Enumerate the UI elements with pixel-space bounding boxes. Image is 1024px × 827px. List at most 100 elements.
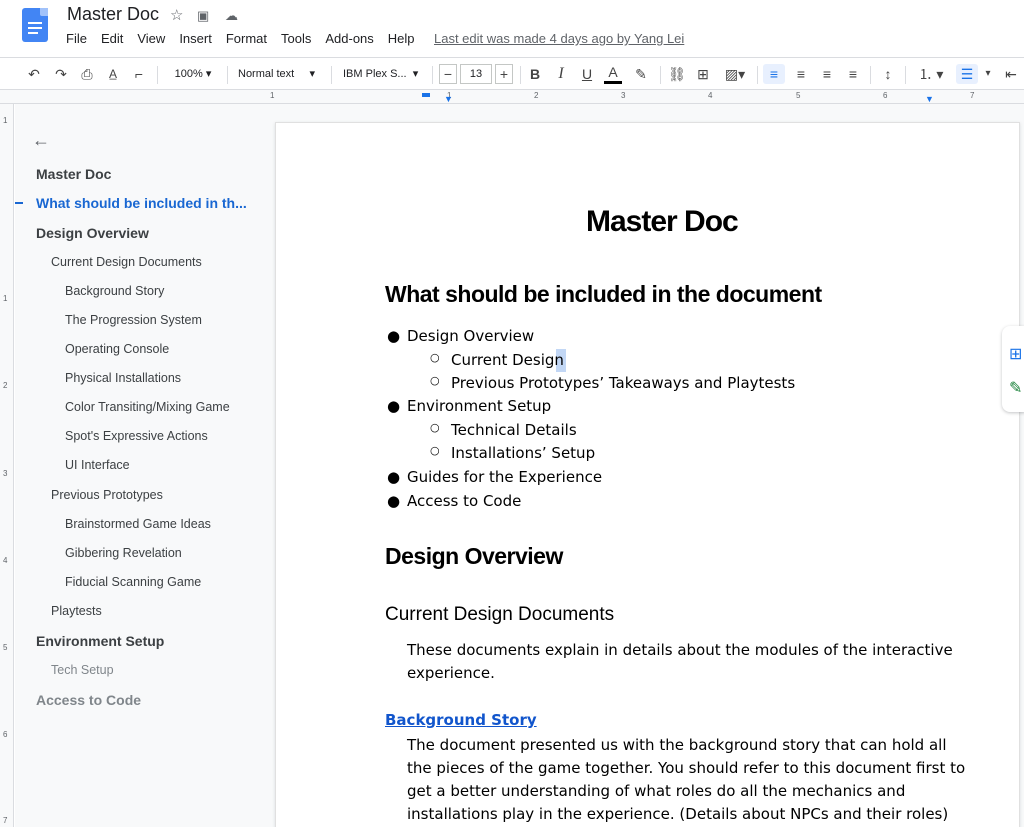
outline-item[interactable]: Operating Console: [65, 342, 169, 356]
outline-item[interactable]: Access to Code: [36, 692, 141, 708]
menu-bar: File Edit View Insert Format Tools Add-o…: [66, 31, 429, 46]
outline-item[interactable]: Brainstormed Game Ideas: [65, 517, 211, 531]
outline-item[interactable]: The Progression System: [65, 313, 202, 327]
ruler-number: 3: [3, 469, 8, 478]
suggest-edits-icon[interactable]: ✎: [1009, 378, 1022, 398]
justify-icon[interactable]: ≡: [842, 64, 864, 84]
paragraph-line: the pieces of the game together. You sho…: [407, 759, 966, 777]
outline-item-active[interactable]: What should be included in th...: [36, 195, 247, 211]
document-outline: ← Master Doc What should be included in …: [15, 104, 273, 827]
move-folder-icon[interactable]: ▣: [197, 8, 209, 24]
outline-item[interactable]: Tech Setup: [51, 663, 114, 677]
align-right-icon[interactable]: ≡: [816, 64, 838, 84]
add-comment-icon[interactable]: ⊞: [1009, 344, 1022, 364]
menu-format[interactable]: Format: [226, 31, 267, 46]
list-item-text: Access to Code: [407, 492, 522, 510]
undo-icon[interactable]: ↶: [25, 64, 43, 84]
bold-button[interactable]: B: [526, 64, 544, 84]
left-indent-marker[interactable]: ▼: [444, 94, 453, 104]
print-icon[interactable]: ⎙: [78, 64, 96, 84]
document-page[interactable]: Master Doc What should be included in th…: [275, 122, 1020, 827]
underline-button[interactable]: U: [578, 64, 596, 84]
text-color-button[interactable]: A: [604, 64, 622, 84]
menu-insert[interactable]: Insert: [179, 31, 212, 46]
menu-edit[interactable]: Edit: [101, 31, 123, 46]
ruler-number: 7: [3, 816, 8, 825]
horizontal-ruler[interactable]: 1 1 2 3 4 5 6 7 ▼ ▼: [0, 90, 1024, 104]
outline-item[interactable]: Background Story: [65, 284, 164, 298]
spellcheck-icon[interactable]: A̲: [104, 64, 122, 84]
menu-view[interactable]: View: [137, 31, 165, 46]
outline-item[interactable]: Spot's Expressive Actions: [65, 429, 208, 443]
outline-item[interactable]: UI Interface: [65, 458, 130, 472]
heading-design-overview: Design Overview: [385, 543, 563, 569]
decrease-font-size-button[interactable]: −: [439, 64, 457, 84]
outline-item[interactable]: Current Design Documents: [51, 255, 202, 269]
numbered-list-icon[interactable]: ⒈ ▾: [913, 64, 949, 84]
cloud-status-icon[interactable]: ☁: [225, 8, 238, 24]
ruler-number: 5: [796, 91, 801, 100]
paragraph-line: get a better understanding of what roles…: [407, 782, 906, 800]
outline-item[interactable]: Gibbering Revelation: [65, 546, 182, 560]
highlight-color-icon[interactable]: ✎: [632, 64, 650, 84]
insert-image-icon[interactable]: ▨▾: [720, 64, 750, 84]
first-line-indent-marker[interactable]: [422, 93, 430, 97]
outline-item[interactable]: Playtests: [51, 604, 102, 618]
redo-icon[interactable]: ↷: [52, 64, 70, 84]
menu-file[interactable]: File: [66, 31, 87, 46]
align-left-icon[interactable]: ≡: [763, 64, 785, 84]
zoom-value: 100%: [174, 68, 203, 80]
font-value: IBM Plex S...: [343, 68, 407, 80]
ruler-number: 2: [534, 91, 539, 100]
add-comment-icon[interactable]: ⊞: [694, 64, 712, 84]
style-select[interactable]: Normal text ▾: [238, 64, 322, 84]
list-item-text: Technical Details: [451, 421, 577, 439]
list-item: ○ Previous Prototypes’ Takeaways and Play…: [430, 374, 796, 392]
outline-item[interactable]: Previous Prototypes: [51, 488, 163, 502]
outline-item[interactable]: Master Doc: [36, 166, 111, 182]
paragraph-line: experience.: [407, 664, 495, 682]
outline-current-marker: [15, 202, 23, 204]
ruler-number: 2: [3, 381, 8, 390]
star-icon[interactable]: ☆: [170, 6, 183, 24]
outline-item[interactable]: Color Transiting/Mixing Game: [65, 400, 230, 414]
zoom-select[interactable]: 100% ▾: [168, 64, 218, 84]
document-heading-title: Master Doc: [586, 205, 739, 238]
ruler-number: 1: [270, 91, 275, 100]
list-item-text: Environment Setup: [407, 397, 552, 415]
list-item: ● Environment Setup: [387, 397, 552, 415]
background-story-link[interactable]: Background Story: [385, 711, 537, 729]
outline-item[interactable]: Design Overview: [36, 225, 149, 241]
outline-item[interactable]: Fiducial Scanning Game: [65, 575, 201, 589]
paint-format-icon[interactable]: ⌐: [130, 64, 148, 84]
docs-logo-icon[interactable]: [22, 8, 48, 42]
menu-help[interactable]: Help: [388, 31, 415, 46]
font-select[interactable]: IBM Plex S... ▾: [343, 64, 427, 84]
outline-item[interactable]: Environment Setup: [36, 633, 164, 649]
bullet-list-dropdown-icon[interactable]: ▾: [982, 64, 994, 84]
heading-current-design-documents: Current Design Documents: [385, 604, 615, 625]
close-outline-arrow-icon[interactable]: ←: [32, 130, 50, 151]
paragraph-line: installations play in the experience. (D…: [407, 805, 949, 823]
list-item: ● Design Overview: [387, 327, 535, 345]
last-edit-link[interactable]: Last edit was made 4 days ago by Yang Le…: [434, 31, 684, 46]
menu-addons[interactable]: Add-ons: [325, 31, 373, 46]
paragraph-line: These documents explain in details about…: [407, 641, 953, 659]
outline-item[interactable]: Physical Installations: [65, 371, 181, 385]
bulleted-list-icon[interactable]: ☰: [956, 64, 978, 84]
increase-font-size-button[interactable]: +: [495, 64, 513, 84]
list-item: ○ Current Design: [430, 351, 564, 369]
list-item: ○ Technical Details: [430, 421, 577, 439]
document-title[interactable]: Master Doc: [67, 4, 159, 25]
right-indent-marker[interactable]: ▼: [925, 94, 934, 104]
line-spacing-icon[interactable]: ↕: [877, 64, 899, 84]
vertical-ruler: 1 1 2 3 4 5 6 7: [0, 104, 14, 827]
menu-tools[interactable]: Tools: [281, 31, 311, 46]
italic-button[interactable]: I: [552, 64, 570, 84]
align-center-icon[interactable]: ≡: [790, 64, 812, 84]
ruler-number: 6: [3, 730, 8, 739]
insert-link-icon[interactable]: ⛓: [668, 64, 686, 84]
font-size-input[interactable]: 13: [460, 64, 492, 84]
paragraph-line: The document presented us with the backg…: [407, 736, 947, 754]
decrease-indent-icon[interactable]: ⇤: [1000, 64, 1022, 84]
